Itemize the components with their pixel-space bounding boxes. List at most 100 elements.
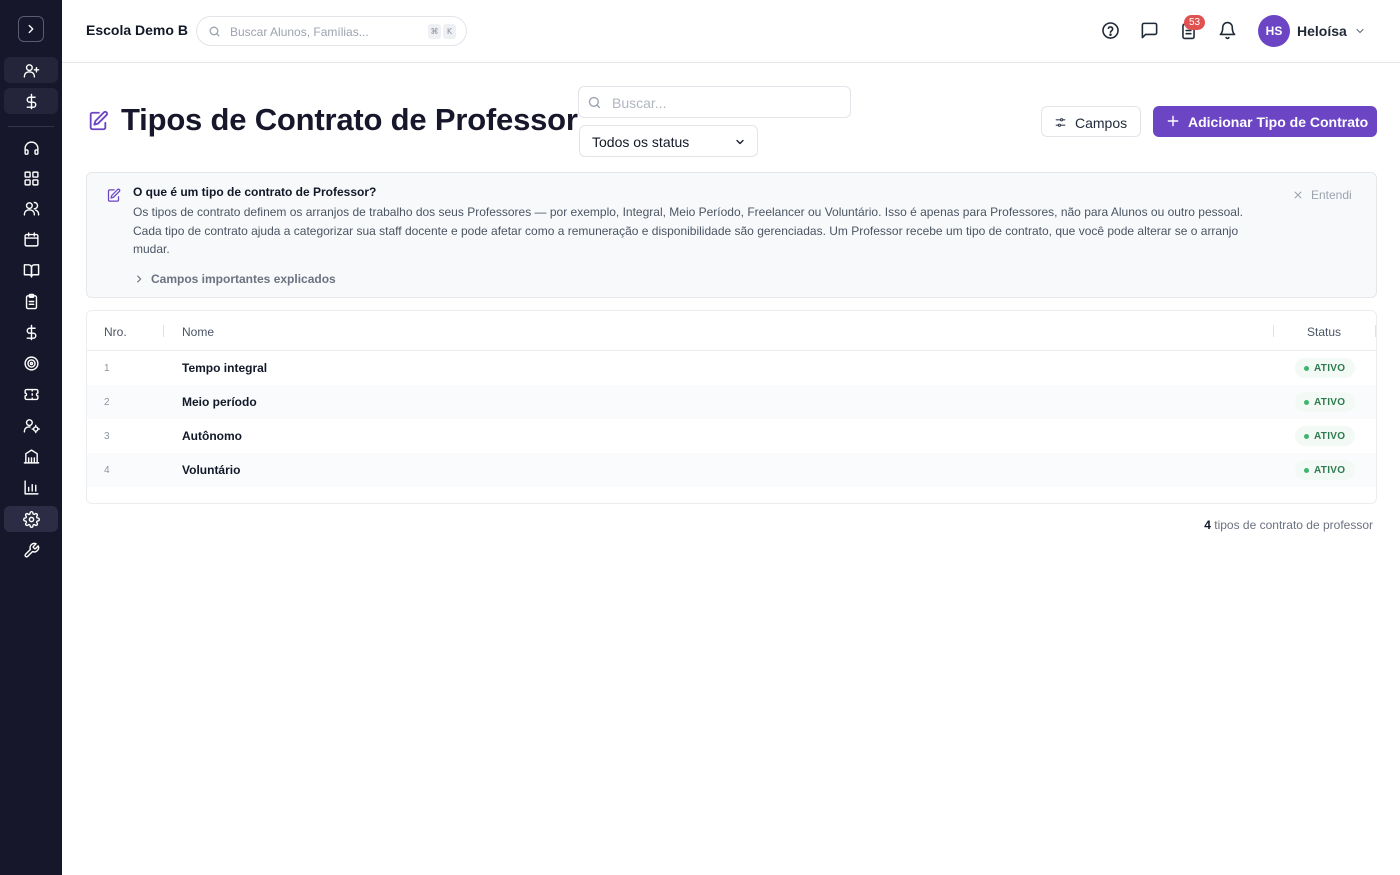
- target-icon: [23, 355, 39, 371]
- sidebar-item-support[interactable]: [4, 135, 58, 161]
- status-dot: [1304, 365, 1309, 371]
- chevron-down-icon: [736, 139, 744, 145]
- sidebar-item-tasks[interactable]: [4, 288, 58, 314]
- status-dot: [1304, 433, 1309, 439]
- table-row[interactable]: 3 Autônomo ATIVO: [87, 419, 1376, 453]
- ticket-icon: [23, 388, 39, 400]
- help-circle-icon: [1102, 22, 1119, 39]
- status-badge: ATIVO: [1295, 426, 1355, 446]
- chevron-right-icon: [137, 275, 142, 283]
- sidebar-item-settings[interactable]: [4, 506, 58, 532]
- info-body: Os tipos de contrato definem os arranjos…: [133, 205, 1243, 256]
- messages-button[interactable]: [1140, 21, 1159, 40]
- fields-button-label: Campos: [1075, 115, 1128, 131]
- edit-document-icon: [89, 110, 108, 131]
- list-search-placeholder: Buscar...: [612, 95, 667, 111]
- sidebar-toggle-button[interactable]: [18, 16, 44, 42]
- sidebar-item-finance[interactable]: [4, 319, 58, 345]
- calendar-icon: [23, 231, 39, 247]
- close-icon: [1294, 191, 1302, 199]
- building-icon: [23, 448, 39, 464]
- add-contract-type-button[interactable]: Adicionar Tipo de Contrato: [1153, 106, 1377, 137]
- sidebar-item-dashboard[interactable]: [4, 165, 58, 191]
- help-button[interactable]: [1101, 21, 1120, 40]
- record-count-label: tipos de contrato de professor: [1214, 518, 1373, 532]
- status-label: ATIVO: [1314, 362, 1346, 374]
- column-divider[interactable]: [1375, 325, 1376, 337]
- edit-document-icon: [107, 188, 121, 202]
- row-number: 4: [104, 465, 110, 476]
- sliders-icon: [1055, 118, 1066, 127]
- top-bar: Escola Demo B Buscar Alunos, Famílias...…: [62, 0, 1400, 63]
- row-name[interactable]: Meio período: [182, 395, 257, 409]
- table-row[interactable]: 2 Meio período ATIVO: [87, 385, 1376, 419]
- status-filter-select[interactable]: Todos os status: [579, 125, 758, 157]
- add-contract-type-label: Adicionar Tipo de Contrato: [1188, 114, 1369, 130]
- column-divider[interactable]: [163, 325, 164, 337]
- message-square-icon: [1141, 22, 1158, 39]
- search-icon: [209, 26, 220, 37]
- table-header: Nro. Nome Status: [87, 311, 1376, 351]
- info-dismiss-label: Entendi: [1311, 188, 1352, 202]
- sidebar-item-calendar[interactable]: [4, 226, 58, 252]
- status-badge: ATIVO: [1295, 460, 1355, 480]
- bar-chart-icon: [23, 479, 39, 495]
- column-header-status[interactable]: Status: [1307, 325, 1341, 339]
- column-divider[interactable]: [1273, 325, 1274, 337]
- plus-icon: [1167, 115, 1179, 127]
- user-settings-icon: [23, 418, 40, 433]
- record-count: 4 tipos de contrato de professor: [1204, 518, 1373, 532]
- gear-icon: [22, 510, 40, 528]
- status-dot: [1304, 399, 1309, 405]
- user-avatar[interactable]: HS: [1258, 15, 1290, 47]
- school-name[interactable]: Escola Demo B: [86, 22, 188, 38]
- sidebar-item-buildings[interactable]: [4, 443, 58, 469]
- wrench-icon: [23, 542, 39, 558]
- info-expand-toggle[interactable]: Campos importantes explicados: [134, 271, 336, 287]
- table-row[interactable]: 1 Tempo integral ATIVO: [87, 351, 1376, 385]
- clipboard-icon: [25, 293, 37, 309]
- column-header-name[interactable]: Nome: [182, 325, 214, 339]
- fields-button[interactable]: Campos: [1041, 106, 1141, 137]
- info-box: O que é um tipo de contrato de Professor…: [86, 172, 1377, 298]
- global-search-input[interactable]: Buscar Alunos, Famílias... ⌘ K: [196, 16, 467, 46]
- sidebar-item-add-user[interactable]: [4, 57, 58, 83]
- info-title: O que é um tipo de contrato de Professor…: [133, 185, 377, 199]
- sidebar-item-user-settings[interactable]: [4, 412, 58, 438]
- sidebar-item-reports[interactable]: [4, 474, 58, 500]
- sidebar-item-billing[interactable]: [4, 88, 58, 114]
- list-search-input[interactable]: Buscar...: [578, 86, 851, 118]
- status-badge: ATIVO: [1295, 358, 1355, 378]
- book-open-icon: [23, 263, 39, 278]
- sidebar-item-courses[interactable]: [4, 257, 58, 283]
- user-name[interactable]: Heloísa: [1297, 23, 1347, 39]
- column-header-number[interactable]: Nro.: [104, 325, 127, 339]
- info-dismiss-button[interactable]: Entendi: [1293, 187, 1352, 203]
- status-filter-value: Todos os status: [592, 134, 690, 150]
- row-name[interactable]: Voluntário: [182, 463, 240, 477]
- headset-icon: [23, 140, 39, 155]
- sidebar-item-tickets[interactable]: [4, 381, 58, 407]
- status-badge: ATIVO: [1295, 392, 1355, 412]
- user-plus-icon: [23, 63, 39, 78]
- bell-icon: [1219, 21, 1236, 40]
- tasks-count-badge: 53: [1184, 15, 1205, 30]
- row-name[interactable]: Autônomo: [182, 429, 242, 443]
- sidebar: [0, 0, 62, 875]
- shortcut-k-key: K: [443, 24, 456, 39]
- row-name[interactable]: Tempo integral: [182, 361, 267, 375]
- sidebar-item-tools[interactable]: [4, 537, 58, 563]
- notifications-button[interactable]: [1218, 21, 1237, 40]
- chevron-down-icon[interactable]: [1354, 25, 1366, 37]
- row-number: 3: [104, 431, 110, 442]
- contract-types-table: Nro. Nome Status 1 Tempo integral ATIVO …: [86, 310, 1377, 504]
- sidebar-item-goals[interactable]: [4, 350, 58, 376]
- shortcut-cmd-key: ⌘: [428, 24, 441, 39]
- table-row[interactable]: 4 Voluntário ATIVO: [87, 453, 1376, 487]
- sidebar-divider: [8, 126, 54, 127]
- sidebar-item-people[interactable]: [4, 195, 58, 221]
- dollar-icon: [26, 93, 36, 109]
- search-icon: [588, 96, 601, 109]
- row-number: 2: [104, 397, 110, 408]
- status-dot: [1304, 467, 1309, 473]
